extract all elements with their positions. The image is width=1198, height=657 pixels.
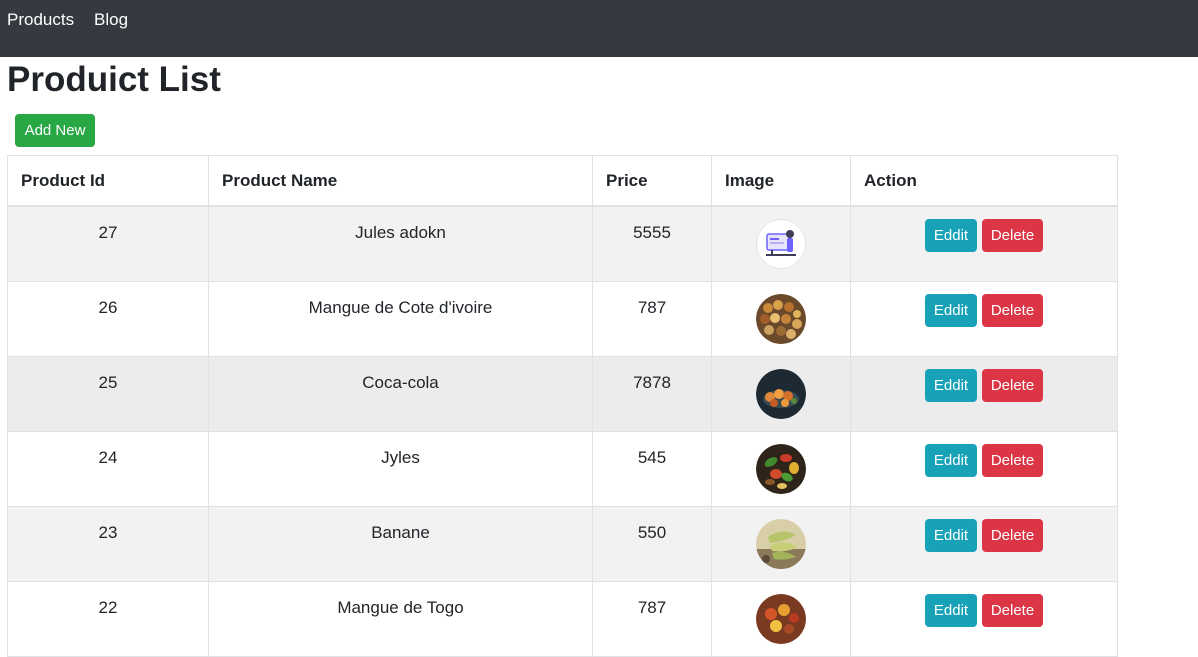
column-header-image: Image xyxy=(711,155,851,207)
product-id-cell: 22 xyxy=(7,581,209,657)
delete-button[interactable]: Delete xyxy=(982,294,1043,327)
product-id: 22 xyxy=(98,598,118,617)
nav-link-products[interactable]: Products xyxy=(7,10,74,30)
product-name-cell: Banane xyxy=(208,506,593,582)
product-name: Mangue de Togo xyxy=(337,598,464,617)
product-price: 787 xyxy=(637,598,667,617)
product-image xyxy=(756,369,806,419)
spices-thumbnail-icon xyxy=(756,594,806,644)
row-actions: Eddit Delete xyxy=(851,432,1117,477)
product-id-cell: 23 xyxy=(7,506,209,582)
banana-bunch-thumbnail-icon xyxy=(756,519,806,569)
price-cell: 545 xyxy=(592,431,712,507)
product-name: Jules adokn xyxy=(355,223,446,242)
product-name: Coca-cola xyxy=(362,373,439,392)
price-cell: 550 xyxy=(592,506,712,582)
image-cell xyxy=(711,205,851,282)
illustration-thumbnail-icon xyxy=(756,219,806,269)
product-id: 26 xyxy=(98,298,118,317)
price-cell: 787 xyxy=(592,581,712,657)
edit-button[interactable]: Eddit xyxy=(925,294,977,327)
edit-button[interactable]: Eddit xyxy=(925,594,977,627)
image-cell xyxy=(711,281,851,357)
table-row: 23 Banane 550 Eddit Delete xyxy=(7,506,1118,582)
page-title: Produict List xyxy=(7,60,221,99)
product-id-cell: 26 xyxy=(7,281,209,357)
action-cell: Eddit Delete xyxy=(850,506,1118,582)
product-id-cell: 24 xyxy=(7,431,209,507)
product-id-cell: 25 xyxy=(7,356,209,432)
column-header-product-id: Product Id xyxy=(7,155,209,207)
table-row: 24 Jyles 545 Eddit Delete xyxy=(7,431,1118,507)
action-cell: Eddit Delete xyxy=(850,205,1118,282)
product-id: 23 xyxy=(98,523,118,542)
delete-button[interactable]: Delete xyxy=(982,594,1043,627)
product-price: 550 xyxy=(637,523,667,542)
product-name-cell: Jyles xyxy=(208,431,593,507)
image-cell xyxy=(711,581,851,657)
action-cell: Eddit Delete xyxy=(850,431,1118,507)
food-platter-thumbnail-icon xyxy=(756,369,806,419)
products-table-container: Product Id Product Name Price Image Acti… xyxy=(7,155,1118,657)
product-name: Jyles xyxy=(381,448,420,467)
product-image xyxy=(756,519,806,569)
products-table: Product Id Product Name Price Image Acti… xyxy=(7,155,1118,657)
product-name: Mangue de Cote d'ivoire xyxy=(308,298,493,317)
product-id-cell: 27 xyxy=(7,205,209,282)
column-header-price: Price xyxy=(592,155,712,207)
edit-button[interactable]: Eddit xyxy=(925,369,977,402)
product-image xyxy=(756,219,806,269)
edit-button[interactable]: Eddit xyxy=(925,444,977,477)
price-cell: 787 xyxy=(592,281,712,357)
top-navbar: Products Blog xyxy=(0,0,1198,57)
image-cell xyxy=(711,431,851,507)
image-cell xyxy=(711,356,851,432)
product-id: 24 xyxy=(98,448,118,467)
row-actions: Eddit Delete xyxy=(851,582,1117,627)
product-name: Banane xyxy=(371,523,430,542)
row-actions: Eddit Delete xyxy=(851,357,1117,402)
product-id: 25 xyxy=(98,373,118,392)
table-row: 25 Coca-cola 7878 Eddit Delete xyxy=(7,356,1118,432)
product-image xyxy=(756,294,806,344)
delete-button[interactable]: Delete xyxy=(982,219,1043,252)
action-cell: Eddit Delete xyxy=(850,581,1118,657)
column-header-product-name: Product Name xyxy=(208,155,593,207)
product-price: 545 xyxy=(637,448,667,467)
row-actions: Eddit Delete xyxy=(851,507,1117,552)
product-name-cell: Jules adokn xyxy=(208,205,593,282)
product-image xyxy=(756,594,806,644)
delete-button[interactable]: Delete xyxy=(982,444,1043,477)
action-cell: Eddit Delete xyxy=(850,356,1118,432)
row-actions: Eddit Delete xyxy=(851,207,1117,252)
product-name-cell: Mangue de Cote d'ivoire xyxy=(208,281,593,357)
table-header-row: Product Id Product Name Price Image Acti… xyxy=(7,155,1118,207)
column-header-action: Action xyxy=(850,155,1118,207)
product-price: 787 xyxy=(637,298,667,317)
product-id: 27 xyxy=(98,223,118,242)
add-new-button[interactable]: Add New xyxy=(15,114,95,147)
product-price: 5555 xyxy=(633,223,671,242)
table-row: 26 Mangue de Cote d'ivoire 787 Eddit Del… xyxy=(7,281,1118,357)
table-row: 27 Jules adokn 5555 Eddit Delete xyxy=(7,205,1118,282)
image-cell xyxy=(711,506,851,582)
product-price: 7878 xyxy=(633,373,671,392)
product-name-cell: Mangue de Togo xyxy=(208,581,593,657)
vegetables-thumbnail-icon xyxy=(756,444,806,494)
market-produce-thumbnail-icon xyxy=(756,294,806,344)
product-image xyxy=(756,444,806,494)
nav-link-blog[interactable]: Blog xyxy=(94,10,128,30)
action-cell: Eddit Delete xyxy=(850,281,1118,357)
edit-button[interactable]: Eddit xyxy=(925,219,977,252)
product-name-cell: Coca-cola xyxy=(208,356,593,432)
price-cell: 7878 xyxy=(592,356,712,432)
delete-button[interactable]: Delete xyxy=(982,369,1043,402)
price-cell: 5555 xyxy=(592,205,712,282)
edit-button[interactable]: Eddit xyxy=(925,519,977,552)
delete-button[interactable]: Delete xyxy=(982,519,1043,552)
table-row: 22 Mangue de Togo 787 Eddit Delete xyxy=(7,581,1118,657)
row-actions: Eddit Delete xyxy=(851,282,1117,327)
